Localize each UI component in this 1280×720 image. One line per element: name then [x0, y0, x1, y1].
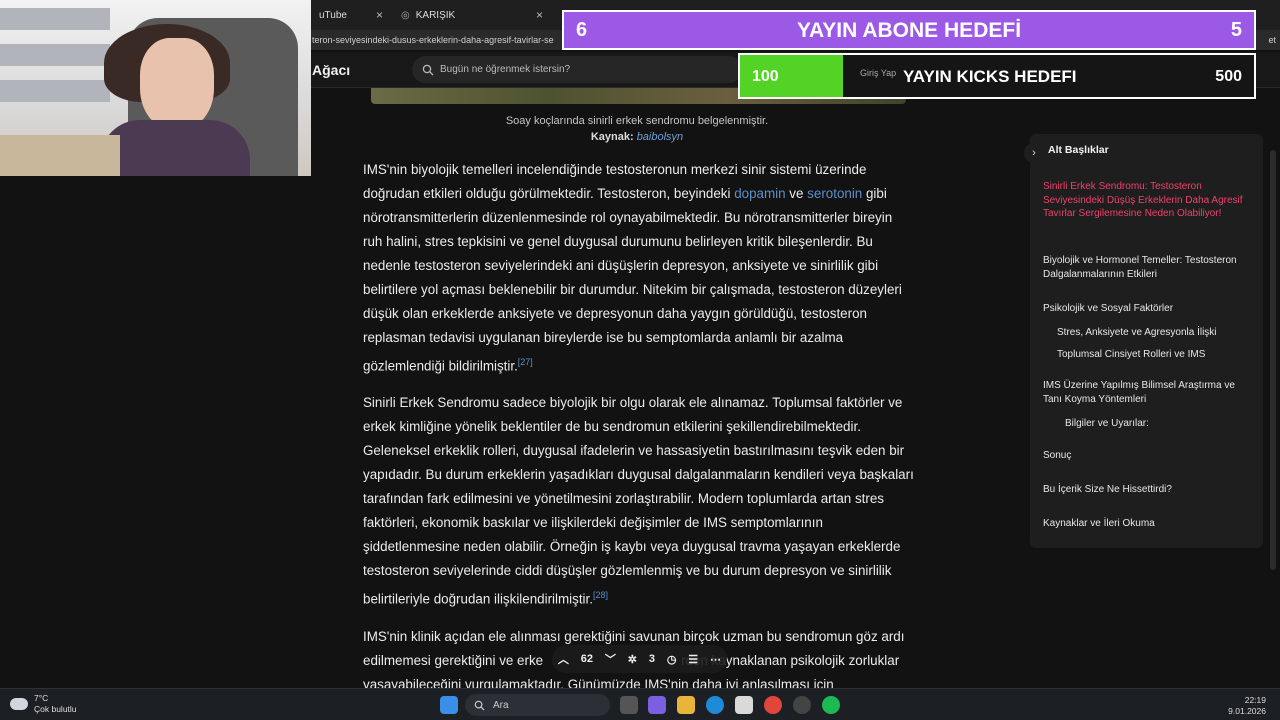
url-text: teron-seviyesindeki-dusus-erkeklerin-dah… — [312, 35, 554, 45]
tab-youtube[interactable]: uTube × — [311, 4, 391, 26]
task-view-icon[interactable] — [620, 696, 638, 714]
search-placeholder: Bugün ne öğrenmek istersin? — [440, 64, 571, 75]
windows-taskbar: 7°C Çok bulutlu Ara 22:19 9.01.2026 — [0, 688, 1280, 720]
sub-goal-current: 6 — [576, 19, 588, 41]
toc-item[interactable]: IMS Üzerine Yapılmış Bilimsel Araştırma … — [1043, 379, 1243, 406]
taskbar-search[interactable]: Ara — [465, 694, 610, 716]
spotify-icon[interactable] — [822, 696, 840, 714]
paragraph-2: Sinirli Erkek Sendromu sadece biyolojik … — [363, 391, 915, 611]
search-icon — [474, 700, 485, 711]
share-icon[interactable]: ✲ — [628, 653, 637, 666]
kicks-goal-title: YAYIN KICKS HEDEFI — [903, 67, 1077, 86]
sub-goal-title: YAYIN ABONE HEDEFİ — [796, 19, 1022, 42]
streamer-face — [140, 38, 214, 130]
edge-icon[interactable] — [706, 696, 724, 714]
toc-item[interactable]: Kaynaklar ve İleri Okuma — [1043, 517, 1243, 531]
windows-start-icon[interactable] — [440, 696, 458, 714]
login-button[interactable]: Giriş Yap — [860, 68, 896, 78]
share-count: 3 — [648, 653, 655, 665]
article-body: IMS'nin biyolojik temelleri incelendiğin… — [363, 158, 915, 710]
kicks-goal-current: 100 — [752, 68, 779, 85]
file-explorer-icon[interactable] — [677, 696, 695, 714]
tab-label: KARIŞIK — [415, 9, 456, 21]
kicks-goal-target: 500 — [1215, 68, 1242, 85]
screen: uTube × ◎ KARIŞIK × teron-seviyesindeki-… — [0, 0, 1280, 720]
clock-date: 9.01.2026 — [1228, 706, 1266, 716]
more-icon[interactable]: ⋯ — [710, 653, 721, 666]
reference-link[interactable]: [28] — [593, 590, 608, 600]
paragraph-text: gibi nörotransmitterlerin düzenlenmesind… — [363, 186, 902, 374]
reference-link[interactable]: [27] — [518, 357, 533, 367]
weather-temp: 7°C — [34, 693, 49, 703]
taskbar-search-label: Ara — [493, 699, 509, 711]
link-serotonin[interactable]: serotonin — [807, 186, 862, 201]
table-of-contents: › Alt Başlıklar Sinirli Erkek Sendromu: … — [1024, 134, 1265, 548]
copilot-icon[interactable] — [648, 696, 666, 714]
source-link[interactable]: baibolsyn — [637, 131, 683, 143]
weather-widget[interactable]: 7°C Çok bulutlu — [10, 693, 77, 715]
desk — [0, 135, 120, 176]
sub-goal-target: 5 — [1230, 19, 1242, 41]
toc-title: Alt Başlıklar — [1048, 144, 1109, 156]
tab-karisik[interactable]: ◎ KARIŞIK × — [393, 4, 551, 26]
caption-source: Kaynak: baibolsyn — [362, 129, 912, 145]
toc-item[interactable]: Sonuç — [1043, 449, 1243, 463]
toc-item[interactable]: Bu İçerik Size Ne Hissettirdi? — [1043, 483, 1243, 497]
tab-close-icon[interactable]: × — [376, 8, 383, 22]
source-label: Kaynak: — [590, 131, 634, 143]
history-icon[interactable]: ◷ — [667, 653, 677, 666]
reaction-bar: ︿ 62 ﹀ ✲ 3 ◷ ☰ ⋯ — [552, 645, 727, 673]
site-logo[interactable]: Ağacı — [312, 62, 350, 78]
chevron-up-icon[interactable]: ︿ — [558, 651, 569, 667]
clock-time: 22:19 — [1244, 695, 1266, 705]
toc-item[interactable]: Sinirli Erkek Sendromu: Testosteron Sevi… — [1043, 180, 1243, 221]
vote-count: 62 — [580, 653, 594, 665]
tab-close-icon[interactable]: × — [536, 8, 543, 22]
toc-item[interactable]: Stres, Anksiyete ve Agresyonla İlişki — [1057, 326, 1257, 340]
toc-item[interactable]: Psikolojik ve Sosyal Faktörler — [1043, 302, 1243, 316]
list-icon[interactable]: ☰ — [688, 653, 698, 666]
sub-goal-overlay: YAYIN ABONE HEDEFİ 6 5 — [562, 10, 1256, 50]
paragraph-1: IMS'nin biyolojik temelleri incelendiğin… — [363, 158, 915, 378]
weather-desc: Çok bulutlu — [34, 704, 77, 714]
shelf — [0, 80, 110, 102]
page-scrollbar[interactable] — [1270, 150, 1276, 570]
shelf — [0, 8, 110, 30]
chrome-icon[interactable] — [764, 696, 782, 714]
streamer-body — [100, 120, 250, 176]
store-icon[interactable] — [735, 696, 753, 714]
toc-item[interactable]: Biyolojik ve Hormonel Temeller: Testoste… — [1043, 254, 1243, 281]
paragraph-text: Sinirli Erkek Sendromu sadece biyolojik … — [363, 395, 914, 607]
chevron-down-icon[interactable]: ﹀ — [605, 651, 616, 667]
tab-label: uTube — [319, 9, 347, 21]
image-caption: Soay koçlarında sinirli erkek sendromu b… — [362, 113, 912, 145]
link-dopamin[interactable]: dopamin — [734, 186, 785, 201]
chevron-right-icon[interactable]: › — [1024, 143, 1044, 163]
paragraph-text: ve — [785, 186, 808, 201]
url-text-right: et — [1268, 35, 1276, 45]
search-input[interactable]: Bugün ne öğrenmek istersin? — [412, 56, 742, 83]
kicks-goal-overlay: Giriş Yap 100 YAYIN KICKS HEDEFI 500 — [738, 53, 1256, 99]
webcam-overlay — [0, 0, 311, 176]
caption-text: Soay koçlarında sinirli erkek sendromu b… — [505, 115, 769, 127]
search-icon — [422, 64, 434, 75]
system-clock[interactable]: 22:19 9.01.2026 — [1228, 695, 1266, 717]
cloud-icon — [10, 698, 28, 710]
github-icon[interactable] — [793, 696, 811, 714]
toc-item[interactable]: Toplumsal Cinsiyet Rolleri ve IMS — [1057, 348, 1257, 362]
globe-icon: ◎ — [401, 9, 410, 21]
shelf — [0, 44, 110, 66]
toc-item[interactable]: Bilgiler ve Uyarılar: — [1065, 417, 1265, 431]
